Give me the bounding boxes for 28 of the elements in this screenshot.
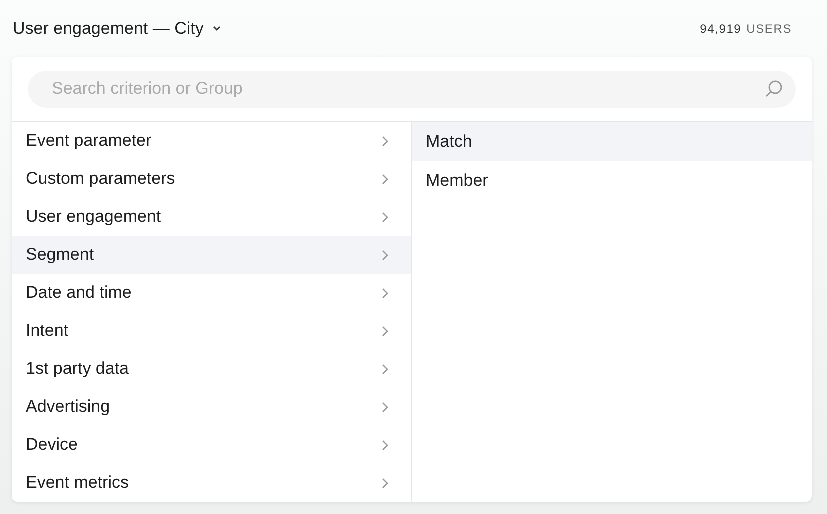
category-item[interactable]: Intent: [12, 312, 411, 350]
category-item[interactable]: Custom parameters: [12, 160, 411, 198]
caret-icon: [212, 25, 222, 32]
chevron-icon: [382, 174, 389, 184]
chevron-icon: [382, 250, 389, 260]
user-count: 94,919: [700, 22, 742, 36]
category-item[interactable]: Segment: [12, 236, 411, 274]
title-dropdown[interactable]: User engagement — City: [13, 18, 222, 38]
search-field[interactable]: Search criterion or Group: [28, 70, 796, 108]
option-item[interactable]: Member: [412, 161, 812, 200]
chevron-icon: [382, 212, 389, 222]
chevron-icon: [382, 288, 389, 298]
category-item[interactable]: Event metrics: [12, 464, 411, 502]
chevron-icon: [382, 364, 389, 374]
user-count-unit: USERS: [746, 22, 792, 36]
category-item[interactable]: Advertising: [12, 388, 411, 426]
category-item[interactable]: Date and time: [12, 274, 411, 312]
category-item[interactable]: Device: [12, 426, 411, 464]
chevron-icon: [382, 440, 389, 450]
chevron-icon: [382, 136, 389, 146]
chevron-icon: [382, 478, 389, 488]
search-icon: [764, 78, 784, 98]
category-item[interactable]: Event parameter: [12, 122, 411, 160]
option-item[interactable]: Match: [412, 122, 812, 161]
category-item[interactable]: User engagement: [12, 198, 411, 236]
chevron-icon: [382, 402, 389, 412]
category-item[interactable]: 1st party data: [12, 350, 411, 388]
chevron-icon: [382, 326, 389, 336]
